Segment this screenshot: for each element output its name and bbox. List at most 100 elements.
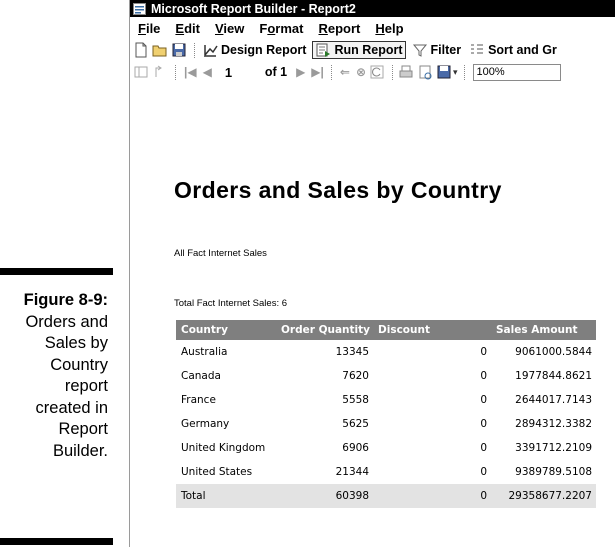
column-header-blank xyxy=(458,320,491,340)
main-toolbar: Design Report Run Report Filter Sort and… xyxy=(130,39,615,61)
parent-report-icon[interactable] xyxy=(152,64,168,80)
menu-format[interactable]: Format xyxy=(259,21,303,36)
caption-line: created in xyxy=(35,398,108,417)
cell-order-quantity: 6906 xyxy=(342,442,369,454)
app-icon xyxy=(133,2,146,15)
filter-button[interactable]: Filter xyxy=(410,41,464,59)
cell-total-discount-value: 0 xyxy=(458,484,491,508)
caption-bottom-rule xyxy=(0,538,113,545)
title-bar[interactable]: Microsoft Report Builder - Report2 xyxy=(130,0,615,17)
stop-icon[interactable]: ⊗ xyxy=(356,65,366,79)
refresh-icon[interactable] xyxy=(369,64,385,80)
cell-order-quantity: 5625 xyxy=(342,418,369,430)
cell-order-quantity: 5558 xyxy=(342,394,369,406)
previous-page-icon[interactable]: ◀ xyxy=(203,65,212,79)
cell-discount-value: 0 xyxy=(480,394,487,406)
cell-discount xyxy=(373,436,458,460)
sales-table: Country Order Quantity Discount Sales Am… xyxy=(176,320,596,508)
page-count-label: of 1 xyxy=(264,65,288,79)
toolbar-separator xyxy=(392,64,394,80)
menu-help[interactable]: Help xyxy=(375,21,403,36)
toolbar-separator xyxy=(330,64,333,80)
cell-country: France xyxy=(181,394,216,406)
print-icon[interactable] xyxy=(398,64,414,80)
cell-sales-amount: 1977844.8621 xyxy=(515,370,592,382)
cell-order-quantity: 7620 xyxy=(342,370,369,382)
cell-sales-amount: 3391712.2109 xyxy=(515,442,592,454)
table-row: France 5558 0 2644017.7143 xyxy=(176,388,596,412)
cell-total-label: Total xyxy=(176,484,276,508)
last-page-icon[interactable]: ▶| xyxy=(311,65,324,79)
table-row: Canada 7620 0 1977844.8621 xyxy=(176,364,596,388)
table-total-row: Total 60398 0 29358677.2207 xyxy=(176,484,596,508)
table-row: Australia 13345 0 9061000.5844 xyxy=(176,340,596,364)
design-report-button[interactable]: Design Report xyxy=(200,41,308,59)
run-report-label: Run Report xyxy=(334,43,403,57)
sort-group-icon xyxy=(469,42,485,58)
table-row: Germany 5625 0 2894312.3382 xyxy=(176,412,596,436)
cell-discount xyxy=(373,412,458,436)
menu-edit[interactable]: Edit xyxy=(175,21,200,36)
menu-access-key: F xyxy=(138,20,146,36)
menu-report[interactable]: Report xyxy=(318,21,360,36)
design-report-label: Design Report xyxy=(221,43,307,57)
print-layout-icon[interactable] xyxy=(417,64,433,80)
figure-label: Figure 8-9: xyxy=(23,291,108,309)
cell-sales-amount: 9389789.5108 xyxy=(515,466,592,478)
menu-label-rest: iew xyxy=(223,20,245,36)
column-header-country: Country xyxy=(176,320,276,340)
cell-discount-value: 0 xyxy=(480,346,487,358)
first-page-icon[interactable]: |◀ xyxy=(184,65,197,79)
table-header-row: Country Order Quantity Discount Sales Am… xyxy=(176,320,596,340)
cell-total-order-quantity: 60398 xyxy=(276,484,373,508)
design-icon xyxy=(202,42,218,58)
caption-line: Country xyxy=(50,355,108,374)
caption-line: Orders and xyxy=(25,312,108,331)
export-save-icon[interactable] xyxy=(436,64,452,80)
menu-view[interactable]: View xyxy=(215,21,244,36)
menu-file[interactable]: File xyxy=(138,21,160,36)
menu-access-key: H xyxy=(375,20,385,36)
cell-country: Australia xyxy=(181,346,228,358)
report-subtitle: All Fact Internet Sales xyxy=(174,248,267,259)
report-total-line: Total Fact Internet Sales: 6 xyxy=(174,298,288,309)
menu-label-rest: rmat xyxy=(275,20,304,36)
cell-country: Canada xyxy=(181,370,221,382)
column-header-sales-amount: Sales Amount xyxy=(491,320,596,340)
filter-label: Filter xyxy=(430,43,462,57)
save-icon[interactable] xyxy=(171,42,187,58)
new-document-icon[interactable] xyxy=(133,42,149,58)
report-builder-window: Microsoft Report Builder - Report2 File … xyxy=(129,0,615,547)
menu-label-rest: ile xyxy=(145,20,161,36)
sort-and-group-button[interactable]: Sort and Gr xyxy=(467,41,559,59)
preview-toolbar: |◀ ◀ 1 of 1 ▶ ▶| ⇐ ⊗ ▾ 100% xyxy=(130,61,615,83)
open-folder-icon[interactable] xyxy=(152,42,168,58)
figure-caption: Figure 8-9: Orders and Sales by Country … xyxy=(0,290,108,462)
menu-bar: File Edit View Format Report Help xyxy=(130,17,615,39)
next-page-icon[interactable]: ▶ xyxy=(296,65,305,79)
menu-label-rest: elp xyxy=(384,20,404,36)
cell-order-quantity: 21344 xyxy=(335,466,369,478)
cell-discount xyxy=(373,340,458,364)
cell-discount-value: 0 xyxy=(480,418,487,430)
cell-discount xyxy=(373,460,458,484)
menu-label-rest: eport xyxy=(327,20,361,36)
cell-sales-amount: 9061000.5844 xyxy=(515,346,592,358)
toolbar-separator xyxy=(175,64,177,80)
page-number-input[interactable]: 1 xyxy=(225,65,265,80)
menu-access-key: R xyxy=(318,20,328,36)
chevron-down-icon[interactable]: ▾ xyxy=(453,67,458,78)
funnel-icon xyxy=(412,42,428,58)
run-report-button[interactable]: Run Report xyxy=(312,41,406,59)
back-icon[interactable]: ⇐ xyxy=(340,65,350,79)
toolbar-separator xyxy=(194,42,196,58)
zoom-select[interactable]: 100% xyxy=(472,63,561,81)
menu-access-key: E xyxy=(175,20,185,36)
menu-label-rest: dit xyxy=(184,20,200,36)
cell-sales-amount: 2894312.3382 xyxy=(515,418,592,430)
cell-total-sales-amount: 29358677.2207 xyxy=(491,484,596,508)
document-map-icon[interactable] xyxy=(133,64,149,80)
toolbar-separator xyxy=(463,64,466,80)
cell-country: United States xyxy=(181,466,253,478)
cell-discount xyxy=(373,364,458,388)
